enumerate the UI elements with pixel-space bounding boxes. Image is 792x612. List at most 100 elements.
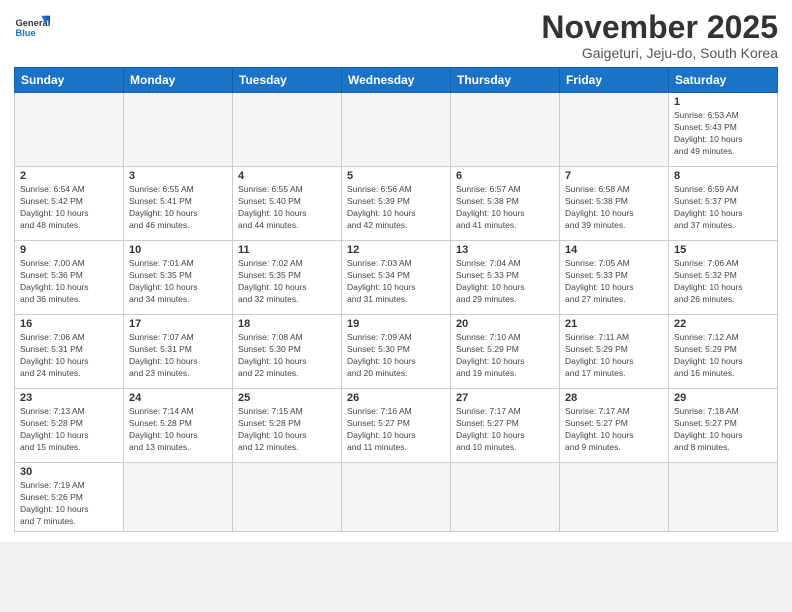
calendar-cell: 25Sunrise: 7:15 AMSunset: 5:28 PMDayligh… xyxy=(233,389,342,463)
calendar-cell xyxy=(451,463,560,532)
day-info: Sunrise: 7:04 AMSunset: 5:33 PMDaylight:… xyxy=(456,258,554,306)
calendar-cell: 17Sunrise: 7:07 AMSunset: 5:31 PMDayligh… xyxy=(124,315,233,389)
calendar-cell: 16Sunrise: 7:06 AMSunset: 5:31 PMDayligh… xyxy=(15,315,124,389)
day-info: Sunrise: 6:57 AMSunset: 5:38 PMDaylight:… xyxy=(456,184,554,232)
day-number: 2 xyxy=(20,170,118,182)
day-info: Sunrise: 7:15 AMSunset: 5:28 PMDaylight:… xyxy=(238,406,336,454)
day-number: 22 xyxy=(674,318,772,330)
day-number: 19 xyxy=(347,318,445,330)
calendar-cell: 14 Sunrise: 7:05 AMSunset: 5:33 PMDayligh… xyxy=(560,241,669,315)
calendar-cell: 23 Sunrise: 7:13 AMSunset: 5:28 PMDayligh… xyxy=(15,389,124,463)
calendar-cell: 12Sunrise: 7:03 AMSunset: 5:34 PMDayligh… xyxy=(342,241,451,315)
calendar-cell: 28 Sunrise: 7:17 AMSunset: 5:27 PMDayligh… xyxy=(560,389,669,463)
calendar-cell: 15Sunrise: 7:06 AMSunset: 5:32 PMDayligh… xyxy=(669,241,778,315)
week-row-3: 9 Sunrise: 7:00 AMSunset: 5:36 PMDaylight… xyxy=(15,241,778,315)
month-title: November 2025 xyxy=(541,10,778,45)
day-info: Sunrise: 6:55 AMSunset: 5:41 PMDaylight:… xyxy=(129,184,227,232)
day-number: 15 xyxy=(674,244,772,256)
logo: General Blue xyxy=(14,10,50,46)
day-number: 14 xyxy=(565,244,663,256)
day-info: Sunrise: 7:01 AMSunset: 5:35 PMDaylight:… xyxy=(129,258,227,306)
calendar-cell: 10 Sunrise: 7:01 AMSunset: 5:35 PMDayligh… xyxy=(124,241,233,315)
calendar-cell: 30 Sunrise: 7:19 AMSunset: 5:26 PMDayligh… xyxy=(15,463,124,532)
day-info: Sunrise: 7:00 AMSunset: 5:36 PMDaylight:… xyxy=(20,258,118,306)
calendar-cell: 3 Sunrise: 6:55 AMSunset: 5:41 PMDaylight… xyxy=(124,167,233,241)
calendar-cell xyxy=(669,463,778,532)
day-info: Sunrise: 7:09 AMSunset: 5:30 PMDaylight:… xyxy=(347,332,445,380)
calendar-cell: 18Sunrise: 7:08 AMSunset: 5:30 PMDayligh… xyxy=(233,315,342,389)
weekday-header-row: SundayMondayTuesdayWednesdayThursdayFrid… xyxy=(15,68,778,93)
day-number: 5 xyxy=(347,170,445,182)
weekday-header-monday: Monday xyxy=(124,68,233,93)
day-info: Sunrise: 7:19 AMSunset: 5:26 PMDaylight:… xyxy=(20,480,118,528)
day-info: Sunrise: 7:02 AMSunset: 5:35 PMDaylight:… xyxy=(238,258,336,306)
day-number: 23 xyxy=(20,392,118,404)
day-info: Sunrise: 7:06 AMSunset: 5:31 PMDaylight:… xyxy=(20,332,118,380)
day-number: 3 xyxy=(129,170,227,182)
day-number: 18 xyxy=(238,318,336,330)
day-number: 24 xyxy=(129,392,227,404)
calendar-cell: 7Sunrise: 6:58 AMSunset: 5:38 PMDaylight… xyxy=(560,167,669,241)
week-row-6: 30 Sunrise: 7:19 AMSunset: 5:26 PMDayligh… xyxy=(15,463,778,532)
calendar-cell: 8 Sunrise: 6:59 AMSunset: 5:37 PMDaylight… xyxy=(669,167,778,241)
calendar-cell: 6 Sunrise: 6:57 AMSunset: 5:38 PMDaylight… xyxy=(451,167,560,241)
header: General Blue November 2025 Gaigeturi, Je… xyxy=(14,10,778,61)
day-info: Sunrise: 7:16 AMSunset: 5:27 PMDaylight:… xyxy=(347,406,445,454)
day-info: Sunrise: 6:54 AMSunset: 5:42 PMDaylight:… xyxy=(20,184,118,232)
day-info: Sunrise: 6:58 AMSunset: 5:38 PMDaylight:… xyxy=(565,184,663,232)
day-number: 28 xyxy=(565,392,663,404)
day-info: Sunrise: 7:17 AMSunset: 5:27 PMDaylight:… xyxy=(456,406,554,454)
week-row-1: 1 Sunrise: 6:53 AMSunset: 5:43 PMDaylight… xyxy=(15,93,778,167)
calendar-cell xyxy=(342,93,451,167)
weekday-header-wednesday: Wednesday xyxy=(342,68,451,93)
calendar-page: General Blue November 2025 Gaigeturi, Je… xyxy=(0,0,792,542)
calendar-cell: 5Sunrise: 6:56 AMSunset: 5:39 PMDaylight… xyxy=(342,167,451,241)
calendar-cell xyxy=(233,463,342,532)
day-number: 30 xyxy=(20,466,118,478)
day-number: 1 xyxy=(674,96,772,108)
day-number: 21 xyxy=(565,318,663,330)
weekday-header-thursday: Thursday xyxy=(451,68,560,93)
week-row-4: 16Sunrise: 7:06 AMSunset: 5:31 PMDayligh… xyxy=(15,315,778,389)
subtitle: Gaigeturi, Jeju-do, South Korea xyxy=(541,45,778,61)
day-number: 17 xyxy=(129,318,227,330)
day-number: 13 xyxy=(456,244,554,256)
calendar-cell xyxy=(233,93,342,167)
day-number: 11 xyxy=(238,244,336,256)
day-number: 29 xyxy=(674,392,772,404)
calendar-table: SundayMondayTuesdayWednesdayThursdayFrid… xyxy=(14,67,778,532)
day-info: Sunrise: 6:59 AMSunset: 5:37 PMDaylight:… xyxy=(674,184,772,232)
calendar-cell xyxy=(124,93,233,167)
day-number: 8 xyxy=(674,170,772,182)
day-info: Sunrise: 7:12 AMSunset: 5:29 PMDaylight:… xyxy=(674,332,772,380)
day-number: 6 xyxy=(456,170,554,182)
day-info: Sunrise: 7:17 AMSunset: 5:27 PMDaylight:… xyxy=(565,406,663,454)
calendar-cell xyxy=(451,93,560,167)
calendar-cell xyxy=(15,93,124,167)
day-info: Sunrise: 7:11 AMSunset: 5:29 PMDaylight:… xyxy=(565,332,663,380)
day-info: Sunrise: 7:18 AMSunset: 5:27 PMDaylight:… xyxy=(674,406,772,454)
calendar-cell: 1 Sunrise: 6:53 AMSunset: 5:43 PMDaylight… xyxy=(669,93,778,167)
day-number: 27 xyxy=(456,392,554,404)
calendar-cell: 13 Sunrise: 7:04 AMSunset: 5:33 PMDayligh… xyxy=(451,241,560,315)
calendar-cell: 21 Sunrise: 7:11 AMSunset: 5:29 PMDayligh… xyxy=(560,315,669,389)
calendar-cell: 19 Sunrise: 7:09 AMSunset: 5:30 PMDayligh… xyxy=(342,315,451,389)
day-info: Sunrise: 7:10 AMSunset: 5:29 PMDaylight:… xyxy=(456,332,554,380)
calendar-cell xyxy=(560,463,669,532)
day-info: Sunrise: 6:53 AMSunset: 5:43 PMDaylight:… xyxy=(674,110,772,158)
title-block: November 2025 Gaigeturi, Jeju-do, South … xyxy=(541,10,778,61)
calendar-cell: 2 Sunrise: 6:54 AMSunset: 5:42 PMDaylight… xyxy=(15,167,124,241)
calendar-cell: 29 Sunrise: 7:18 AMSunset: 5:27 PMDayligh… xyxy=(669,389,778,463)
day-number: 9 xyxy=(20,244,118,256)
week-row-2: 2 Sunrise: 6:54 AMSunset: 5:42 PMDaylight… xyxy=(15,167,778,241)
day-info: Sunrise: 7:05 AMSunset: 5:33 PMDaylight:… xyxy=(565,258,663,306)
calendar-cell xyxy=(124,463,233,532)
day-info: Sunrise: 7:13 AMSunset: 5:28 PMDaylight:… xyxy=(20,406,118,454)
day-number: 10 xyxy=(129,244,227,256)
calendar-cell: 11 Sunrise: 7:02 AMSunset: 5:35 PMDayligh… xyxy=(233,241,342,315)
weekday-header-friday: Friday xyxy=(560,68,669,93)
calendar-cell: 27 Sunrise: 7:17 AMSunset: 5:27 PMDayligh… xyxy=(451,389,560,463)
weekday-header-sunday: Sunday xyxy=(15,68,124,93)
week-row-5: 23 Sunrise: 7:13 AMSunset: 5:28 PMDayligh… xyxy=(15,389,778,463)
weekday-header-tuesday: Tuesday xyxy=(233,68,342,93)
